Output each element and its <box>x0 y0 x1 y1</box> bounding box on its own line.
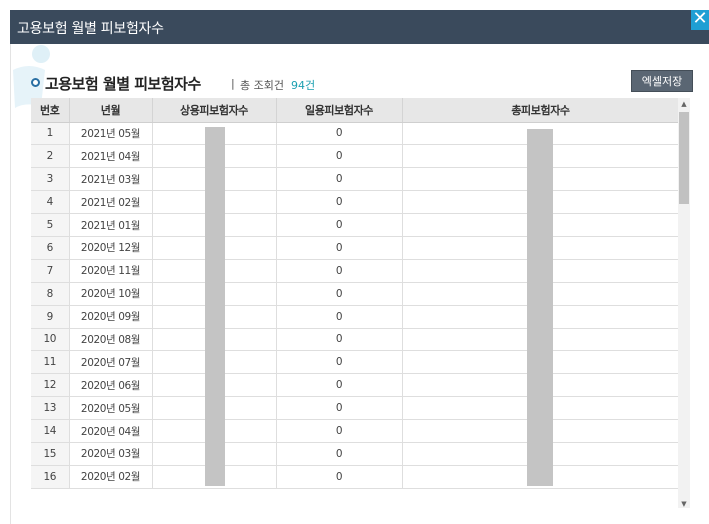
row-number: 8 <box>31 282 70 306</box>
row-number: 10 <box>31 328 70 352</box>
row-daily-insured: 0 <box>276 328 403 352</box>
row-number: 6 <box>31 236 70 260</box>
table-row: 9 2020년 09월 0 <box>31 305 680 329</box>
bullet-circle-icon <box>31 78 40 87</box>
table-row: 2 2021년 04월 0 <box>31 144 680 169</box>
row-daily-insured: 0 <box>276 305 403 329</box>
table-body: 1 2021년 05월 0 2 2021년 04월 0 3 2021년 03월 0 4 2021년 … <box>31 122 680 489</box>
row-number: 2 <box>31 144 70 169</box>
total-count-label: 총 조회건 <box>240 79 284 92</box>
modal-body: 고용보험 월별 피보험자수 | 총 조회건 94건 엑셀저장 번호 년월 상용피보험… <box>10 44 709 524</box>
row-daily-insured: 0 <box>276 465 403 489</box>
row-number: 14 <box>31 419 70 443</box>
row-daily-insured: 0 <box>276 373 403 398</box>
scroll-down-arrow-icon[interactable]: ▼ <box>678 498 690 510</box>
row-year-month: 2020년 03월 <box>69 442 153 466</box>
row-daily-insured: 0 <box>276 144 403 169</box>
separator: | <box>231 77 235 90</box>
row-number: 9 <box>31 305 70 329</box>
row-daily-insured: 0 <box>276 190 403 215</box>
row-daily-insured: 0 <box>276 282 403 306</box>
table-row: 12 2020년 06월 0 <box>31 373 680 398</box>
row-daily-insured: 0 <box>276 442 403 466</box>
row-year-month: 2021년 02월 <box>69 190 153 215</box>
row-year-month: 2021년 03월 <box>69 167 153 192</box>
close-button[interactable]: ✕ <box>691 10 709 30</box>
row-year-month: 2020년 09월 <box>69 305 153 329</box>
modal-title: 고용보험 월별 피보험자수 <box>17 21 164 37</box>
table-row: 3 2021년 03월 0 <box>31 167 680 192</box>
column-header: 년월 <box>69 98 153 123</box>
modal-title-bar: 고용보험 월별 피보험자수 ✕ <box>10 10 709 44</box>
close-icon: ✕ <box>692 8 708 29</box>
column-header: 총피보험자수 <box>402 98 680 123</box>
data-table-container: 번호 년월 상용피보험자수 일용피보험자수 총피보험자수 1 2021년 05월 0 2 202… <box>31 98 691 498</box>
table-row: 14 2020년 04월 0 <box>31 419 680 443</box>
row-number: 16 <box>31 465 70 489</box>
row-number: 1 <box>31 122 70 146</box>
table-row: 5 2021년 01월 0 <box>31 213 680 237</box>
insured-count-table: 번호 년월 상용피보험자수 일용피보험자수 총피보험자수 1 2021년 05월 0 2 202… <box>31 98 680 489</box>
row-year-month: 2020년 12월 <box>69 236 153 260</box>
row-number: 13 <box>31 396 70 421</box>
row-number: 12 <box>31 373 70 398</box>
redacted-total-insured-column <box>527 129 553 486</box>
excel-export-button[interactable]: 엑셀저장 <box>631 70 693 92</box>
row-daily-insured: 0 <box>276 259 403 283</box>
table-row: 11 2020년 07월 0 <box>31 350 680 375</box>
row-year-month: 2020년 07월 <box>69 350 153 375</box>
table-row: 10 2020년 08월 0 <box>31 328 680 352</box>
row-number: 4 <box>31 190 70 215</box>
row-number: 5 <box>31 213 70 237</box>
row-year-month: 2021년 01월 <box>69 213 153 237</box>
row-year-month: 2020년 02월 <box>69 465 153 489</box>
table-row: 6 2020년 12월 0 <box>31 236 680 260</box>
table-row: 4 2021년 02월 0 <box>31 190 680 215</box>
table-header-row: 번호 년월 상용피보험자수 일용피보험자수 총피보험자수 <box>31 98 680 123</box>
row-year-month: 2020년 11월 <box>69 259 153 283</box>
column-header: 번호 <box>31 98 70 123</box>
table-row: 1 2021년 05월 0 <box>31 122 680 146</box>
row-number: 15 <box>31 442 70 466</box>
row-daily-insured: 0 <box>276 213 403 237</box>
row-year-month: 2020년 04월 <box>69 419 153 443</box>
column-header: 상용피보험자수 <box>152 98 277 123</box>
table-row: 7 2020년 11월 0 <box>31 259 680 283</box>
row-daily-insured: 0 <box>276 396 403 421</box>
scrollbar-thumb[interactable] <box>679 112 689 204</box>
row-daily-insured: 0 <box>276 236 403 260</box>
table-row: 8 2020년 10월 0 <box>31 282 680 306</box>
redacted-regular-insured-column <box>205 127 225 486</box>
row-daily-insured: 0 <box>276 122 403 146</box>
table-row: 16 2020년 02월 0 <box>31 465 680 489</box>
column-header: 일용피보험자수 <box>276 98 403 123</box>
row-daily-insured: 0 <box>276 167 403 192</box>
table-row: 15 2020년 03월 0 <box>31 442 680 466</box>
row-year-month: 2020년 10월 <box>69 282 153 306</box>
table-row: 13 2020년 05월 0 <box>31 396 680 421</box>
total-count-value: 94건 <box>291 79 316 92</box>
row-year-month: 2020년 08월 <box>69 328 153 352</box>
row-year-month: 2021년 05월 <box>69 122 153 146</box>
section-header: 고용보험 월별 피보험자수 | 총 조회건 94건 엑셀저장 <box>11 70 709 96</box>
row-number: 3 <box>31 167 70 192</box>
row-daily-insured: 0 <box>276 350 403 375</box>
row-number: 7 <box>31 259 70 283</box>
section-title: 고용보험 월별 피보험자수 <box>45 75 201 93</box>
row-year-month: 2020년 06월 <box>69 373 153 398</box>
row-daily-insured: 0 <box>276 419 403 443</box>
row-year-month: 2020년 05월 <box>69 396 153 421</box>
vertical-scrollbar[interactable]: ▲ ▼ <box>678 98 690 508</box>
row-year-month: 2021년 04월 <box>69 144 153 169</box>
scroll-up-arrow-icon[interactable]: ▲ <box>678 98 690 110</box>
row-number: 11 <box>31 350 70 375</box>
